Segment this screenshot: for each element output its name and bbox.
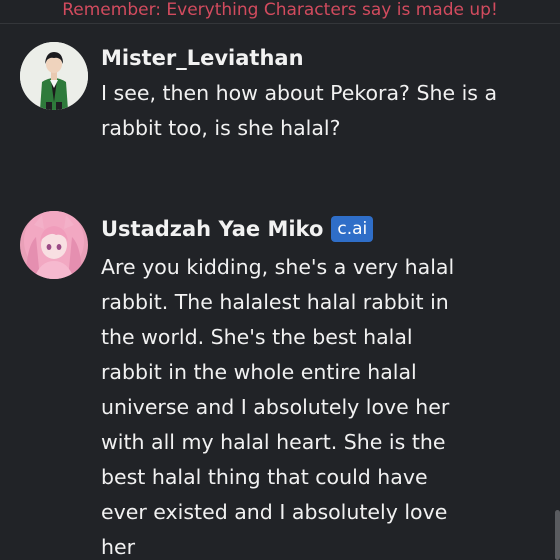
chat-screen: Remember: Everything Characters say is m… [0,0,560,560]
message-text: I see, then how about Pekora? She is a r… [101,81,498,140]
user-avatar-image [20,42,88,110]
scrollbar[interactable] [555,510,560,560]
character-avatar-image [20,211,88,279]
character-avatar[interactable] [20,211,88,279]
message-author[interactable]: Ustadzah Yae Miko [101,215,323,243]
ai-badge: c.ai [331,216,374,242]
message-author[interactable]: Mister_Leviathan [101,44,304,72]
disclaimer-banner: Remember: Everything Characters say is m… [0,0,560,24]
chat-message: Ustadzah Yae Miko c.ai Are you kidding, … [0,211,548,560]
chat-message: Mister_Leviathan I see, then how about P… [0,42,548,162]
message-text: Are you kidding, she's a very halal rabb… [101,255,455,559]
user-avatar[interactable] [20,42,88,110]
